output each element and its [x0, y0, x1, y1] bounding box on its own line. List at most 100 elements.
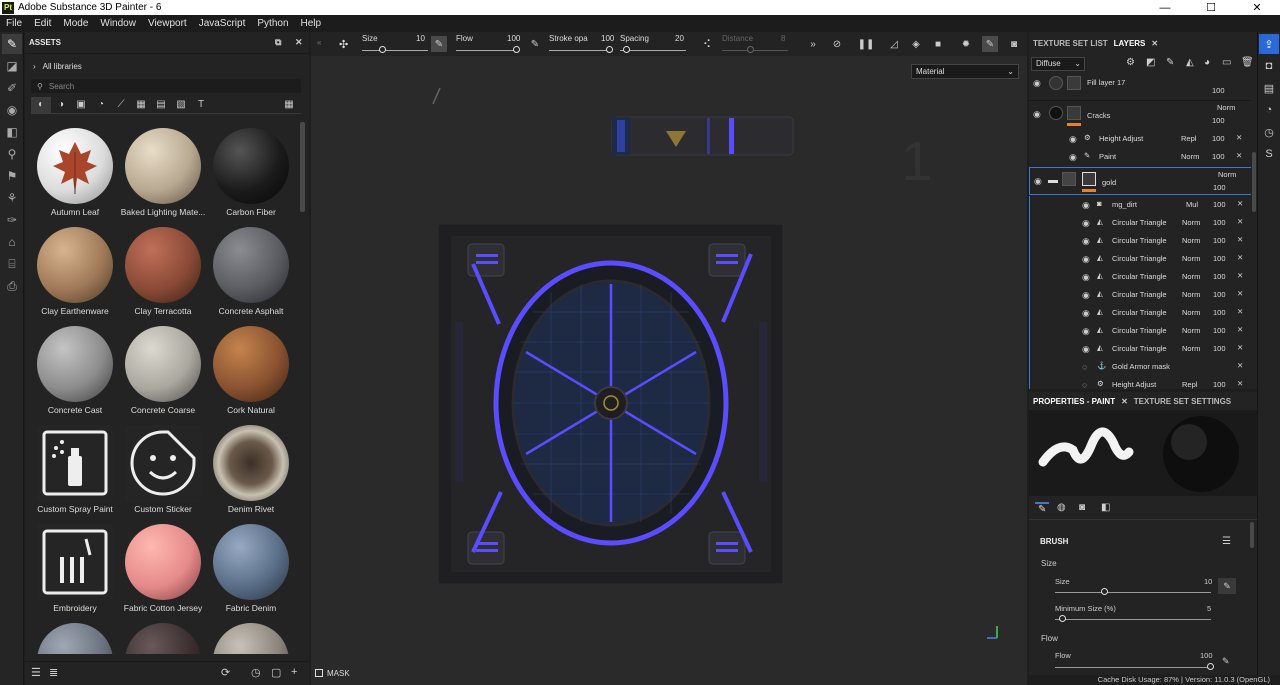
layer-row[interactable]: ◉ ◭ Circular Triangle Norm 100 ✕ [1029, 322, 1251, 340]
remove-layer-icon[interactable]: ✕ [1237, 217, 1243, 226]
menu-help[interactable]: Help [295, 18, 328, 29]
asset-concrete-coarse[interactable]: Concrete Coarse [119, 322, 207, 421]
distance-value[interactable]: 8 [781, 34, 785, 43]
lazy-mouse-icon[interactable]: ⠪ [703, 38, 711, 51]
tab-texture-set-list[interactable]: TEXTURE SET LIST [1033, 39, 1108, 48]
remove-effect-icon[interactable]: ✕ [1236, 133, 1242, 142]
remove-layer-icon[interactable]: ✕ [1237, 361, 1243, 370]
display-settings-icon[interactable]: ◔ [1259, 100, 1279, 120]
visibility-eye-icon[interactable]: ◉ [1033, 78, 1041, 89]
frame-icon[interactable]: ◿ [886, 36, 902, 52]
effect-row[interactable]: ◉ ⚙ Height Adjust Repl 100 ✕ [1029, 130, 1251, 148]
size-slider-knob[interactable] [379, 46, 386, 53]
brush-tab-icon[interactable]: ✎ [1035, 502, 1050, 515]
layer-row[interactable]: ◉ ◭ Circular Triangle Norm 100 ✕ [1029, 232, 1251, 250]
tab-close-icon[interactable]: ✕ [1121, 397, 1128, 406]
alpha-tab-icon[interactable]: ◍ [1057, 502, 1066, 513]
visibility-hidden-icon[interactable]: ○ [1082, 362, 1087, 372]
library-breadcrumb[interactable]: › All libraries [33, 62, 82, 71]
shader-settings-icon[interactable]: ▤ [1259, 78, 1279, 98]
add-folder-icon[interactable]: ▭ [1222, 57, 1231, 68]
add-paint-layer-icon[interactable]: ✎ [1166, 57, 1174, 68]
layer-blend-mode[interactable]: Norm [1182, 254, 1200, 263]
minimum-size-value[interactable]: 5 [1207, 604, 1211, 613]
visibility-eye-icon[interactable]: ◉ [1082, 200, 1090, 211]
tab-layers[interactable]: LAYERS [1114, 39, 1146, 48]
effect-row[interactable]: ◉ ✎ Paint Norm 100 ✕ [1029, 148, 1251, 166]
layer-blend-mode[interactable]: Norm [1182, 290, 1200, 299]
visibility-eye-icon[interactable]: ◉ [1082, 236, 1090, 247]
smudge-icon[interactable]: ◧ [2, 122, 22, 142]
flow-slider[interactable] [456, 50, 518, 51]
layer-row[interactable]: ◉ ◭ Circular Triangle Norm 100 ✕ [1029, 340, 1251, 358]
hide-icon[interactable]: ⊘ [829, 36, 845, 52]
menu-file[interactable]: File [0, 18, 28, 29]
geometry-fill-icon[interactable]: ◉ [2, 100, 22, 120]
minimum-size-knob[interactable] [1058, 615, 1066, 622]
spacing-knob[interactable] [623, 46, 630, 53]
visibility-eye-icon[interactable]: ◉ [1082, 254, 1090, 265]
panel-close-icon[interactable]: ✕ [295, 37, 303, 48]
layer-opacity[interactable]: 100 [1213, 254, 1226, 263]
layer-row[interactable]: ○ ⚓ Gold Armor mask ✕ [1029, 358, 1251, 376]
materials-filter-icon[interactable]: ◐ [31, 96, 51, 113]
mask-checkbox[interactable] [315, 669, 323, 677]
asset-baked-lighting[interactable]: Baked Lighting Mate... [119, 124, 207, 223]
layer-blend-mode[interactable]: Norm [1182, 272, 1200, 281]
layer-opacity[interactable]: 100 [1213, 236, 1226, 245]
measure-icon[interactable]: ⌸ [2, 254, 22, 274]
layer-opacity[interactable]: 100 [1212, 116, 1225, 125]
layer-opacity[interactable]: 100 [1212, 134, 1225, 143]
add-mask-icon[interactable]: ◩ [1146, 57, 1155, 68]
history-icon[interactable]: ◷ [251, 666, 261, 679]
asset-clay-earthenware[interactable]: Clay Earthenware [31, 223, 119, 322]
layer-blend-mode[interactable]: Norm [1182, 308, 1200, 317]
add-fill-layer-icon[interactable]: ◭ [1186, 57, 1194, 68]
remove-layer-icon[interactable]: ✕ [1237, 271, 1243, 280]
visibility-eye-icon[interactable]: ◉ [1069, 134, 1077, 145]
flow-value[interactable]: 100 [507, 34, 520, 43]
eyedropper-icon[interactable]: ✑ [2, 210, 22, 230]
visibility-eye-icon[interactable]: ◉ [1033, 109, 1041, 120]
layer-opacity[interactable]: 100 [1213, 272, 1226, 281]
remove-layer-icon[interactable]: ✕ [1237, 343, 1243, 352]
visibility-hidden-icon[interactable]: ○ [1082, 380, 1087, 389]
layer-opacity[interactable]: 100 [1213, 380, 1226, 389]
flow-slider[interactable] [1055, 667, 1211, 668]
add-effect-icon[interactable]: ⚙ [1126, 57, 1135, 68]
layer-opacity[interactable]: 100 [1213, 326, 1226, 335]
stroke-opacity-value[interactable]: 100 [601, 34, 614, 43]
layer-row[interactable]: ◉ ◭ Circular Triangle Norm 100 ✕ [1029, 250, 1251, 268]
layer-blend-mode[interactable]: Norm [1182, 344, 1200, 353]
size-slider[interactable] [362, 50, 428, 51]
layer-row[interactable]: ○ ⚙ Height Adjust Repl 100 ✕ [1029, 376, 1251, 389]
layer-blend-mode[interactable]: Norm [1182, 218, 1200, 227]
screenshot-icon[interactable]: ◙ [1006, 36, 1022, 52]
layer-opacity[interactable]: 100 [1213, 308, 1226, 317]
layer-blend-mode[interactable]: Norm [1181, 152, 1199, 161]
clone-icon[interactable]: ⚲ [2, 144, 22, 164]
assets-search-input[interactable]: ⚲ Search [31, 79, 301, 93]
material-mode-select[interactable]: Material ⌄ [911, 64, 1019, 79]
maximize-button[interactable]: ☐ [1188, 0, 1234, 15]
layer-folder-row[interactable]: ◉ ▬ gold Norm 100 [1029, 167, 1251, 195]
material-tab-icon[interactable]: ◧ [1101, 502, 1110, 513]
remove-layer-icon[interactable]: ✕ [1237, 325, 1243, 334]
remove-layer-icon[interactable]: ✕ [1237, 199, 1243, 208]
layer-row[interactable]: ◉ ◭ Circular Triangle Norm 100 ✕ [1029, 286, 1251, 304]
stencil-tab-icon[interactable]: ◙ [1079, 502, 1085, 513]
tab-close-icon[interactable]: ✕ [1151, 39, 1158, 48]
brushes-filter-icon[interactable]: ⟋ [111, 97, 131, 113]
flow-slider-knob[interactable] [513, 46, 520, 53]
camera-icon[interactable]: ■ [930, 36, 946, 52]
export-icon[interactable]: ⎙ [2, 276, 22, 296]
tab-texture-set-settings[interactable]: TEXTURE SET SETTINGS [1134, 397, 1231, 406]
layer-row[interactable]: ◉ ◙ mg_dirt Mul 100 ✕ [1029, 196, 1251, 214]
text-filter-icon[interactable]: T [191, 97, 211, 113]
menu-javascript[interactable]: JavaScript [193, 18, 252, 29]
filter-list-icon[interactable]: ≣ [49, 666, 58, 679]
menu-python[interactable]: Python [251, 18, 294, 29]
masks-filter-icon[interactable]: ▣ [71, 97, 91, 113]
menu-viewport[interactable]: Viewport [142, 18, 193, 29]
projection-icon[interactable]: ✐ [2, 78, 22, 98]
